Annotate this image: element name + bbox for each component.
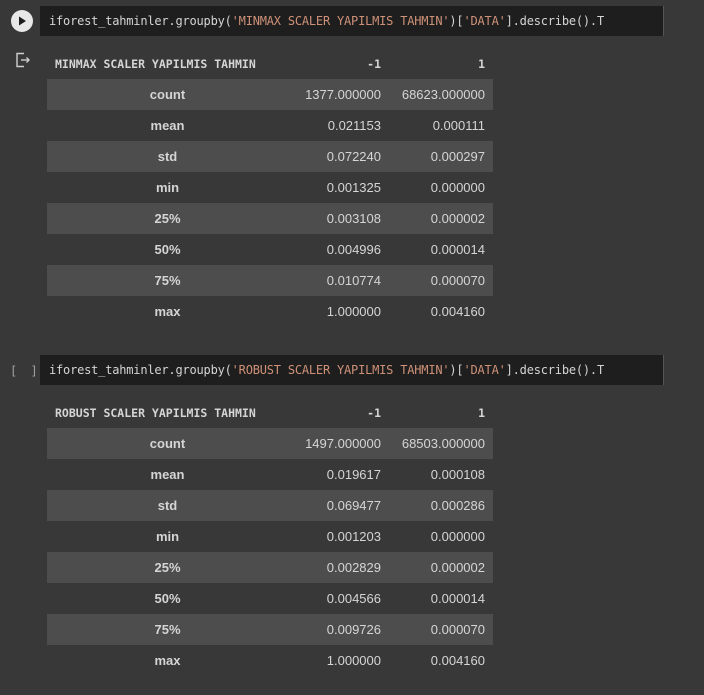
column-header: 1 (478, 56, 485, 71)
cell-value: 0.000014 (430, 591, 485, 606)
code-line[interactable]: iforest_tahminler.groupby('MINMAX SCALER… (49, 6, 604, 36)
describe-table: ROBUST SCALER YAPILMIS TAHMIN -1 1 count… (47, 397, 493, 676)
cell-value: 0.000014 (430, 242, 485, 257)
index-name-header: ROBUST SCALER YAPILMIS TAHMIN (55, 405, 256, 420)
row-label: 75% (154, 622, 181, 637)
describe-table: MINMAX SCALER YAPILMIS TAHMIN -1 1 count… (47, 48, 493, 327)
table-row: max 1.000000 0.004160 (47, 645, 493, 676)
cell-value: 0.000070 (430, 273, 485, 288)
cell-value: 0.002829 (326, 560, 381, 575)
row-label: std (157, 149, 178, 164)
table-row: min 0.001203 0.000000 (47, 521, 493, 552)
row-label: 50% (154, 242, 181, 257)
row-label: 25% (154, 560, 181, 575)
cell-value: 1.000000 (326, 304, 381, 319)
column-header: -1 (367, 405, 381, 420)
cell-value: 68503.000000 (401, 436, 485, 451)
run-cell-button[interactable]: [ ] (10, 363, 38, 379)
run-cell-button[interactable] (11, 10, 33, 32)
code-editor[interactable]: iforest_tahminler.groupby('ROBUST SCALER… (40, 355, 664, 385)
row-label: min (155, 529, 180, 544)
cell-value: 0.004160 (430, 653, 485, 668)
cell-value: 0.000111 (432, 118, 485, 133)
cell-value: 0.000000 (430, 180, 485, 195)
row-label: count (149, 87, 186, 102)
code-editor[interactable]: iforest_tahminler.groupby('MINMAX SCALER… (40, 6, 664, 36)
row-label: std (157, 498, 178, 513)
code-cell-2: [ ] iforest_tahminler.groupby('ROBUST SC… (0, 355, 704, 695)
cell-value: 0.000000 (430, 529, 485, 544)
row-label: max (154, 653, 181, 668)
row-label: min (155, 180, 180, 195)
table-row: mean 0.019617 0.000108 (47, 459, 493, 490)
cell-value: 68623.000000 (401, 87, 485, 102)
row-label: max (154, 304, 181, 319)
column-header: -1 (367, 56, 381, 71)
column-header: 1 (478, 405, 485, 420)
cell-value: 0.009726 (326, 622, 381, 637)
cell-value: 0.004996 (326, 242, 381, 257)
cell-value: 1497.000000 (305, 436, 381, 451)
row-label: 25% (154, 211, 181, 226)
table-row: 25% 0.003108 0.000002 (47, 203, 493, 234)
cell-value: 0.001203 (326, 529, 381, 544)
code-line[interactable]: iforest_tahminler.groupby('ROBUST SCALER… (49, 355, 604, 385)
cell-value: 0.000297 (430, 149, 485, 164)
cell-value: 0.069477 (326, 498, 381, 513)
cell-value: 0.003108 (326, 211, 381, 226)
table-row: 50% 0.004566 0.000014 (47, 583, 493, 614)
table-row: mean 0.021153 0.000111 (47, 110, 493, 141)
row-label: 75% (154, 273, 181, 288)
table-row: 50% 0.004996 0.000014 (47, 234, 493, 265)
row-label: count (149, 436, 186, 451)
table-row: count 1377.000000 68623.000000 (47, 79, 493, 110)
cell-value: 0.004566 (326, 591, 381, 606)
table-row: 75% 0.010774 0.000070 (47, 265, 493, 296)
play-icon (19, 16, 26, 26)
cell-value: 0.000070 (430, 622, 485, 637)
cell-value: 0.004160 (430, 304, 485, 319)
cell-value: 0.010774 (326, 273, 381, 288)
cell-value: 1.000000 (326, 653, 381, 668)
cell-value: 0.000108 (430, 467, 485, 482)
cell-value: 0.001325 (326, 180, 381, 195)
table-row: count 1497.000000 68503.000000 (47, 428, 493, 459)
cell-value: 0.000002 (430, 560, 485, 575)
row-label: 50% (154, 591, 181, 606)
cell-value: 0.021153 (327, 118, 381, 133)
cell-value: 0.000002 (430, 211, 485, 226)
cell-value: 0.000286 (430, 498, 485, 513)
cell-value: 1377.000000 (305, 87, 381, 102)
table-row: 25% 0.002829 0.000002 (47, 552, 493, 583)
cell-value: 0.019617 (326, 467, 381, 482)
row-label: mean (150, 467, 185, 482)
table-row: min 0.001325 0.000000 (47, 172, 493, 203)
index-name-header: MINMAX SCALER YAPILMIS TAHMIN (55, 56, 256, 71)
code-cell-1: iforest_tahminler.groupby('MINMAX SCALER… (0, 0, 704, 340)
table-row: std 0.072240 0.000297 (47, 141, 493, 172)
table-row: max 1.000000 0.004160 (47, 296, 493, 327)
output-redirect-icon[interactable] (15, 52, 33, 68)
table-row: std 0.069477 0.000286 (47, 490, 493, 521)
table-row: 75% 0.009726 0.000070 (47, 614, 493, 645)
cell-value: 0.072240 (326, 149, 381, 164)
row-label: mean (150, 118, 185, 133)
